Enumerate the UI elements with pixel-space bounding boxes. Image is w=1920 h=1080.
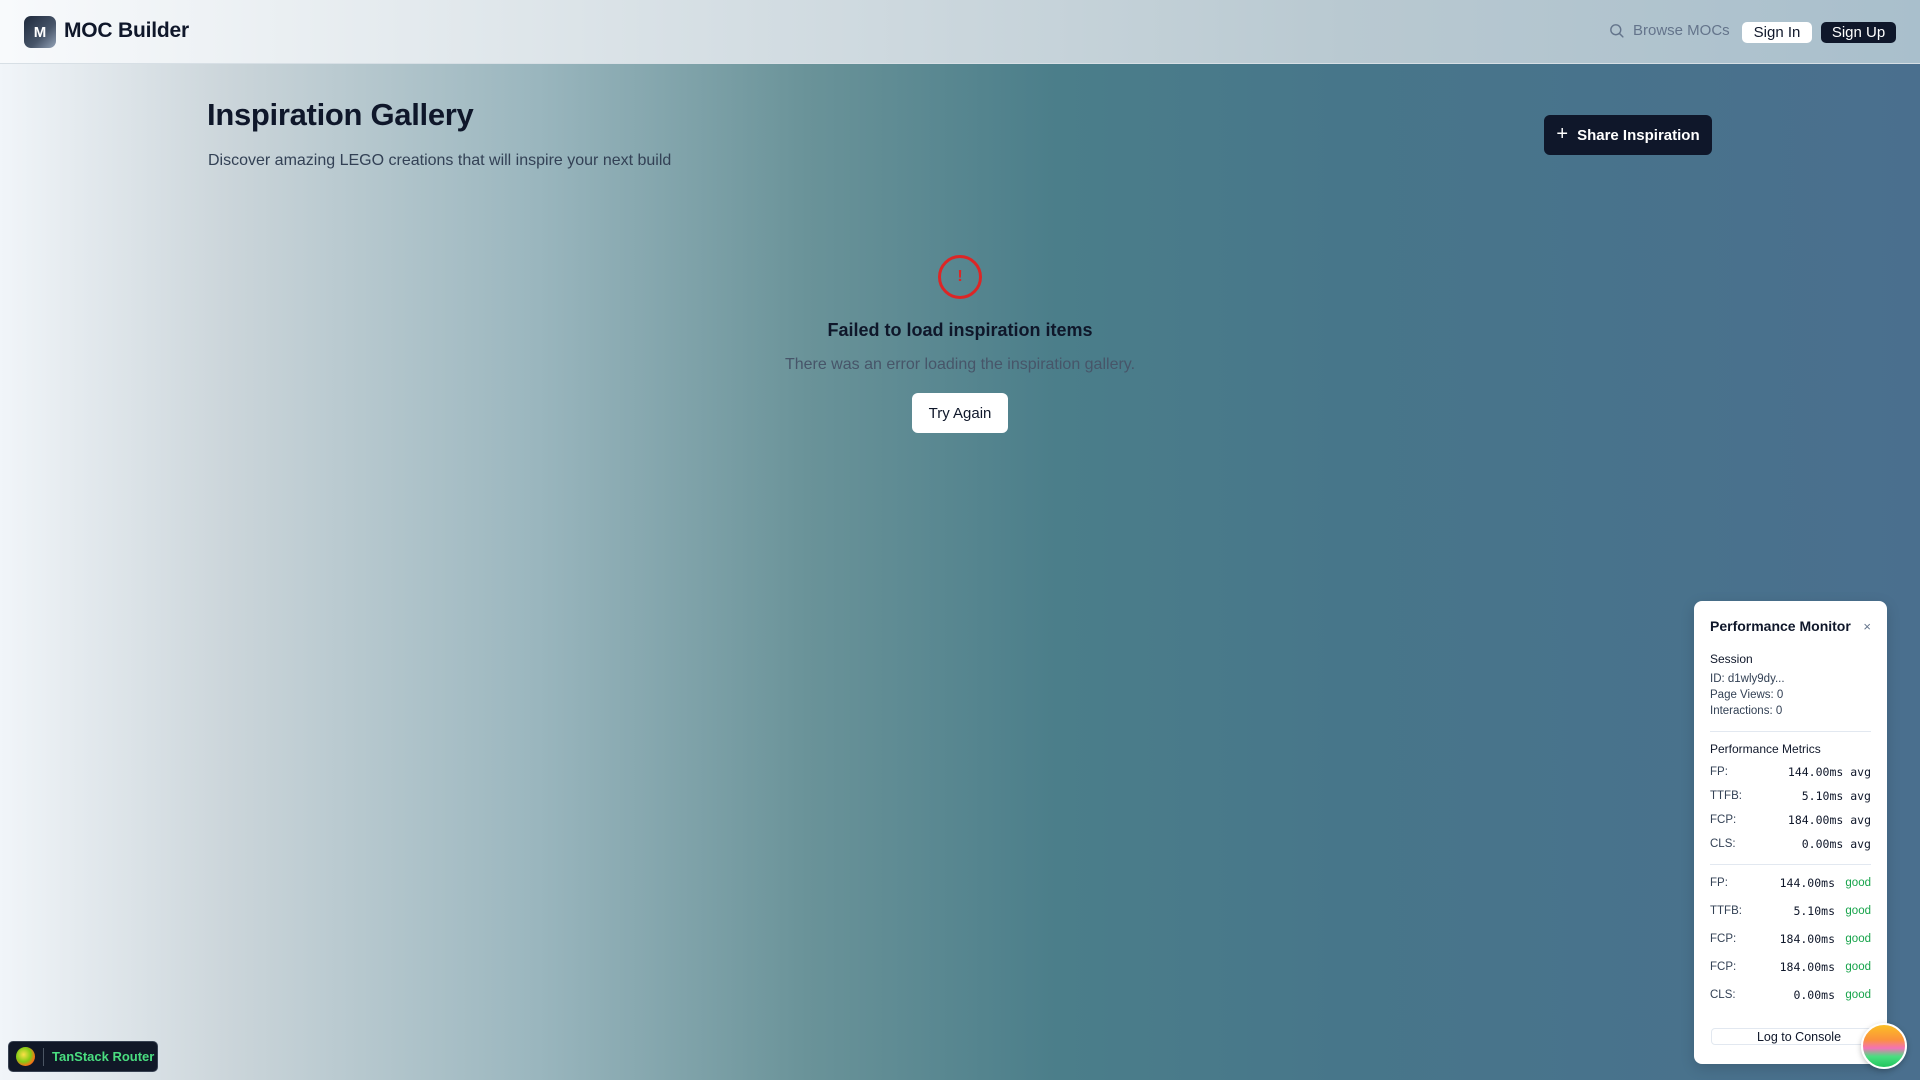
metric-name: TTFB: bbox=[1710, 905, 1742, 917]
metric-rating: good bbox=[1845, 905, 1871, 917]
session-heading: Session bbox=[1710, 652, 1753, 666]
metric-value: 0.00ms avg bbox=[1801, 837, 1871, 851]
plus-icon: + bbox=[1556, 123, 1569, 145]
browse-mocs-label: Browse MOCs bbox=[1633, 22, 1730, 39]
metric-value: 144.00ms bbox=[1779, 876, 1835, 890]
metric-value: 144.00ms avg bbox=[1787, 765, 1871, 779]
performance-monitor-title: Performance Monitor bbox=[1710, 618, 1851, 634]
divider bbox=[1710, 864, 1871, 865]
metric-name: CLS: bbox=[1710, 989, 1736, 1001]
metric-name: TTFB: bbox=[1710, 790, 1742, 802]
page-title: Inspiration Gallery bbox=[207, 97, 474, 132]
tanstack-router-label: TanStack Router bbox=[52, 1049, 155, 1064]
metric-name: CLS: bbox=[1710, 838, 1736, 850]
page-views: Page Views: 0 bbox=[1710, 689, 1784, 701]
metric-value: 184.00ms avg bbox=[1787, 813, 1871, 827]
metric-rating: good bbox=[1845, 933, 1871, 945]
sign-up-button[interactable]: Sign Up bbox=[1821, 22, 1896, 43]
metric-entry-row: FCP: 184.00ms good bbox=[1710, 925, 1871, 953]
sign-in-button[interactable]: Sign In bbox=[1742, 22, 1812, 43]
divider bbox=[1710, 731, 1871, 732]
devtools-toggle-avatar[interactable] bbox=[1861, 1023, 1907, 1069]
metric-rating: good bbox=[1845, 961, 1871, 973]
metrics-heading: Performance Metrics bbox=[1710, 742, 1821, 756]
metric-rating: good bbox=[1845, 989, 1871, 1001]
performance-monitor-panel: Performance Monitor × Session ID: d1wly9… bbox=[1694, 601, 1887, 1064]
metric-averages-list: FP: 144.00ms avg TTFB: 5.10ms avg FCP: 1… bbox=[1710, 760, 1871, 856]
interactions: Interactions: 0 bbox=[1710, 705, 1783, 717]
metric-entry-row: TTFB: 5.10ms good bbox=[1710, 897, 1871, 925]
app-logo-mark[interactable]: M bbox=[24, 16, 56, 48]
metric-entry-row: FP: 144.00ms good bbox=[1710, 869, 1871, 897]
metric-entries-list: FP: 144.00ms good TTFB: 5.10ms good FCP:… bbox=[1710, 869, 1871, 1009]
metric-average-row: CLS: 0.00ms avg bbox=[1710, 832, 1871, 856]
metric-value: 5.10ms avg bbox=[1801, 789, 1871, 803]
metric-average-row: FP: 144.00ms avg bbox=[1710, 760, 1871, 784]
session-id: ID: d1wly9dy... bbox=[1710, 673, 1785, 685]
metric-average-row: FCP: 184.00ms avg bbox=[1710, 808, 1871, 832]
metric-name: FP: bbox=[1710, 766, 1728, 778]
metric-value: 5.10ms bbox=[1793, 904, 1835, 918]
alert-circle-icon: ! bbox=[938, 255, 982, 299]
page-subtitle: Discover amazing LEGO creations that wil… bbox=[208, 152, 672, 169]
share-inspiration-label: Share Inspiration bbox=[1577, 126, 1700, 144]
try-again-button[interactable]: Try Again bbox=[912, 393, 1008, 433]
top-navbar: M MOC Builder Browse MOCs Sign In Sign U… bbox=[0, 0, 1920, 64]
metric-name: FP: bbox=[1710, 877, 1728, 889]
tanstack-logo-icon bbox=[16, 1047, 35, 1066]
metric-name: FCP: bbox=[1710, 814, 1737, 826]
close-icon[interactable]: × bbox=[1863, 619, 1871, 634]
metric-rating: good bbox=[1845, 877, 1871, 889]
error-description: There was an error loading the inspirati… bbox=[784, 356, 1136, 373]
browse-mocs-link[interactable]: Browse MOCs bbox=[1608, 22, 1730, 39]
metric-entry-row: FCP: 184.00ms good bbox=[1710, 953, 1871, 981]
metric-value: 184.00ms bbox=[1779, 932, 1835, 946]
metric-entry-row: CLS: 0.00ms good bbox=[1710, 981, 1871, 1009]
metric-name: FCP: bbox=[1710, 961, 1737, 973]
tanstack-router-devtools-button[interactable]: TanStack Router bbox=[8, 1041, 158, 1072]
divider bbox=[43, 1047, 44, 1066]
metric-average-row: TTFB: 5.10ms avg bbox=[1710, 784, 1871, 808]
app-name[interactable]: MOC Builder bbox=[64, 19, 189, 43]
error-title: Failed to load inspiration items bbox=[827, 320, 1093, 340]
metric-value: 184.00ms bbox=[1779, 960, 1835, 974]
metric-name: FCP: bbox=[1710, 933, 1737, 945]
share-inspiration-button[interactable]: + Share Inspiration bbox=[1544, 115, 1712, 155]
search-icon bbox=[1610, 24, 1624, 38]
alert-glyph: ! bbox=[957, 268, 963, 285]
metric-value: 0.00ms bbox=[1793, 988, 1835, 1002]
